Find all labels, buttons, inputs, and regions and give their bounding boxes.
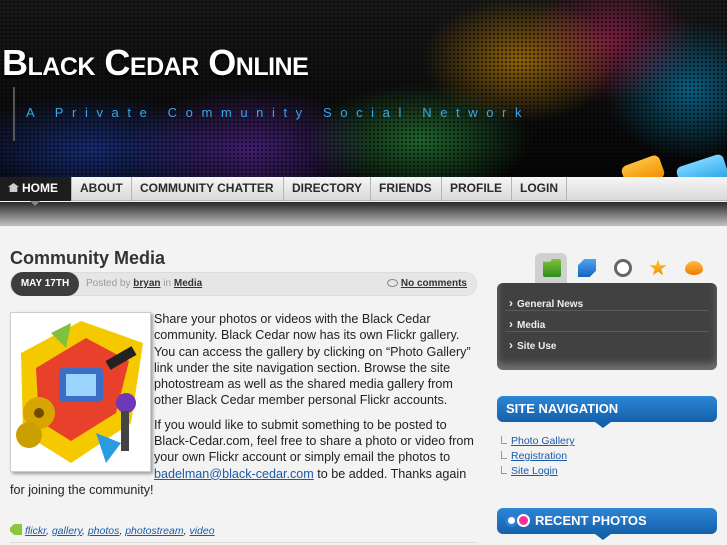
- twitter-icon[interactable]: [675, 153, 727, 177]
- tag-link[interactable]: flickr: [25, 525, 46, 537]
- tab-archives[interactable]: [606, 253, 638, 283]
- recent-photos-heading: RECENT PHOTOS: [497, 508, 717, 540]
- tag-link[interactable]: photostream: [125, 525, 183, 537]
- tab-categories[interactable]: [535, 253, 567, 283]
- category-item[interactable]: Media: [505, 311, 709, 332]
- post-body: Share your photos or videos with the Bla…: [10, 311, 480, 506]
- tag-icon: [10, 524, 22, 535]
- category-item[interactable]: Site Use: [505, 332, 709, 353]
- comments-link[interactable]: No comments: [386, 278, 467, 289]
- nav-about[interactable]: ABOUT: [72, 177, 132, 201]
- photo-gallery-link[interactable]: Photo Gallery: [501, 434, 575, 449]
- category-item[interactable]: General News: [505, 290, 709, 311]
- post-title[interactable]: Community Media: [10, 248, 165, 269]
- clock-icon: [614, 259, 632, 277]
- tag-icon: [578, 259, 596, 277]
- post-meta: MAY 17TH Posted by bryan in Media No com…: [10, 272, 477, 296]
- nav-underbar: [0, 202, 727, 226]
- site-navigation-heading: SITE NAVIGATION: [497, 396, 717, 428]
- post-divider: [10, 542, 477, 543]
- post-date: MAY 17TH: [11, 272, 79, 296]
- email-link[interactable]: badelman@black-cedar.com: [154, 467, 314, 481]
- nav-login[interactable]: LOGIN: [512, 177, 567, 201]
- nav-directory[interactable]: DIRECTORY: [284, 177, 371, 201]
- chat-icon: [685, 261, 703, 275]
- tag-link[interactable]: photos: [88, 525, 120, 537]
- nav-home[interactable]: HOME: [0, 177, 72, 201]
- category-link[interactable]: Media: [174, 278, 202, 289]
- site-navigation-links: Photo Gallery Registration Site Login: [501, 434, 575, 479]
- site-login-link[interactable]: Site Login: [501, 464, 575, 479]
- tab-popular[interactable]: [641, 253, 673, 283]
- tag-link[interactable]: video: [189, 525, 214, 537]
- site-title[interactable]: Black Cedar Online: [2, 42, 309, 84]
- tab-comments[interactable]: [677, 253, 709, 283]
- chevron-down-icon: [30, 201, 40, 207]
- category-list: General News Media Site Use: [497, 283, 717, 370]
- tab-tags[interactable]: [570, 253, 602, 283]
- tagline-divider: [13, 87, 15, 141]
- nav-community-chatter[interactable]: COMMUNITY CHATTER: [132, 177, 284, 201]
- sidebar-tabs: [532, 253, 717, 283]
- comment-bubble-icon: [386, 279, 398, 287]
- post-byline: Posted by bryan in Media: [86, 278, 203, 289]
- site-tagline: A Private Community Social Network: [26, 105, 531, 120]
- main-nav: HOME ABOUT COMMUNITY CHATTER DIRECTORY F…: [0, 177, 727, 201]
- registration-link[interactable]: Registration: [501, 449, 575, 464]
- star-icon: [649, 259, 667, 276]
- folder-icon: [543, 259, 561, 277]
- home-icon: [8, 183, 19, 192]
- nav-profile[interactable]: PROFILE: [442, 177, 512, 201]
- post-tags: flickr, gallery, photos, photostream, vi…: [10, 524, 215, 537]
- rss-icon[interactable]: [620, 153, 666, 177]
- nav-friends[interactable]: FRIENDS: [371, 177, 442, 201]
- flickr-icon: [505, 514, 530, 527]
- author-link[interactable]: bryan: [133, 278, 160, 289]
- site-header: Black Cedar Online A Private Community S…: [0, 0, 727, 177]
- tag-link[interactable]: gallery: [52, 525, 82, 537]
